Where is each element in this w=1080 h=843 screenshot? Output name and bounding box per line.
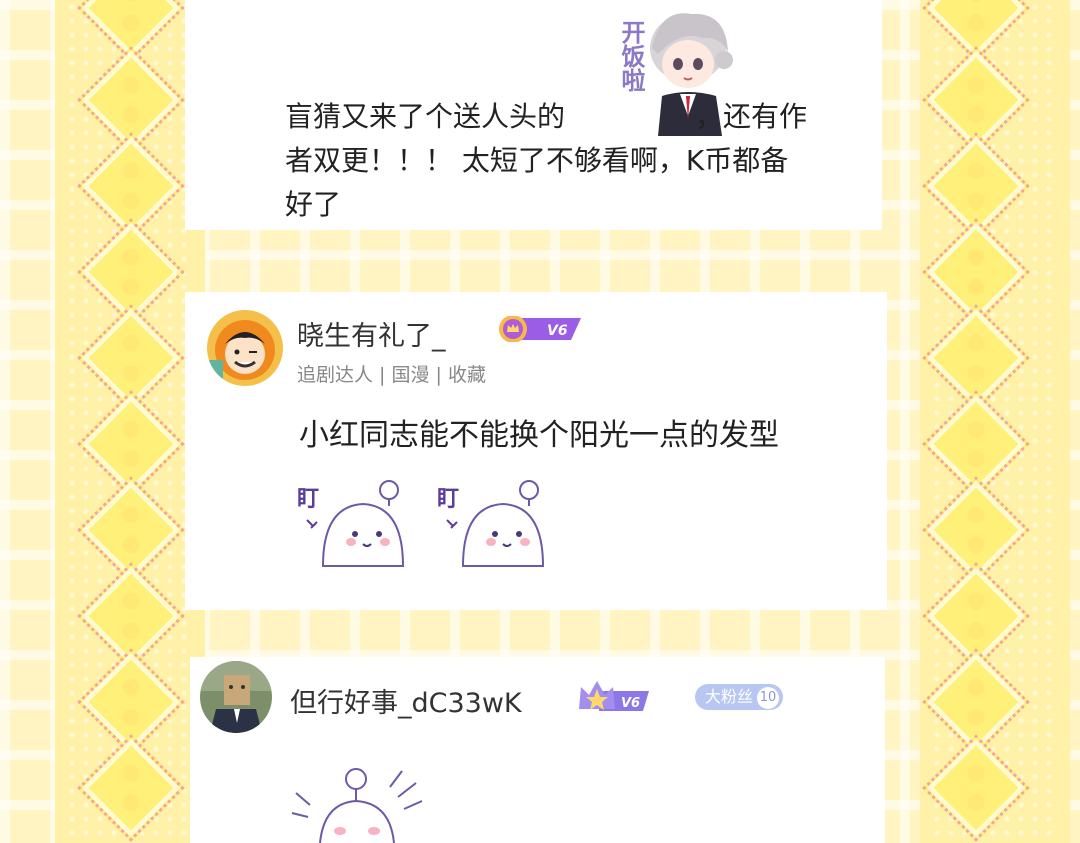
svg-text:V6: V6 xyxy=(547,323,568,339)
comment-card[interactable]: 但行好事_dC33wK V6 大粉丝 10 xyxy=(190,657,885,843)
comment-text: 小红同志能不能换个阳光一点的发型 xyxy=(299,418,779,453)
username[interactable]: 晓生有礼了_ xyxy=(297,314,446,353)
comment-card-previous[interactable]: 开饭啦 盲猜又来了个送人头的 ，还有作 者双更！！！ 太短了不够看啊，K币都备 好… xyxy=(185,0,882,230)
staring-rice-ball-sticker-icon: 盯 xyxy=(297,480,405,567)
svg-text:盯: 盯 xyxy=(437,487,459,512)
pumpkin-avatar-icon xyxy=(207,310,283,386)
fan-badge-label: 大粉丝 xyxy=(705,687,754,706)
svg-text:V6: V6 xyxy=(621,696,640,711)
comment-text-line2: 者双更！！！ 太短了不够看啊，K币都备 xyxy=(285,144,789,177)
box-head-avatar-icon xyxy=(200,661,272,733)
avatar[interactable] xyxy=(207,310,283,386)
level-crown-icon: V6 xyxy=(499,316,581,342)
user-tags: 追剧达人 | 国漫 | 收藏 xyxy=(297,364,486,386)
comment-text-line3: 好了 xyxy=(285,188,342,221)
comment-text: 盲猜又来了个送人头的 ，还有作 者双更！！！ 太短了不够看啊，K币都备 好了 xyxy=(285,95,865,227)
svg-text:盯: 盯 xyxy=(297,487,319,512)
shocked-rice-ball-sticker-icon xyxy=(291,768,423,843)
comment-text-line1b: ，还有作 xyxy=(695,100,808,133)
left-decoration-strip xyxy=(55,0,205,843)
staring-rice-ball-sticker-icon: 盯 xyxy=(437,480,545,567)
username[interactable]: 但行好事_dC33wK xyxy=(290,681,522,720)
fan-badge: 大粉丝 10 xyxy=(695,684,784,710)
avatar[interactable] xyxy=(200,661,272,733)
comment-text-line1a: 盲猜又来了个送人头的 xyxy=(285,100,566,133)
right-decoration-strip xyxy=(920,0,1070,843)
comment-card[interactable]: 晓生有礼了_ V6 追剧达人 | 国漫 | 收藏 小红同志能不能换个阳光一点的发… xyxy=(185,292,887,610)
fan-level: 10 xyxy=(757,687,780,709)
level-crown-icon: V6 xyxy=(579,681,649,711)
